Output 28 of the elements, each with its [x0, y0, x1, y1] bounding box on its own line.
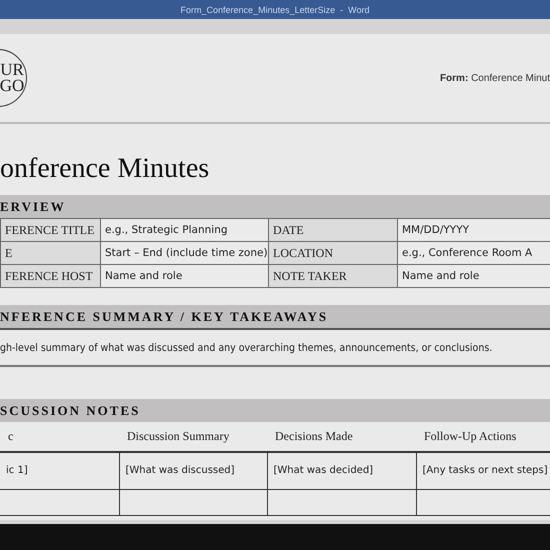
table-cell: ic 1] — [0, 452, 119, 489]
field-label: FERENCE TITLE — [0, 218, 100, 242]
field-value: Name and role — [100, 264, 268, 288]
field-value: Name and role — [398, 264, 550, 288]
section-heading: ERVIEW — [0, 195, 550, 218]
section-heading: NFERENCE SUMMARY / KEY TAKEAWAYS — [0, 305, 550, 328]
column-header: Decisions Made — [267, 422, 416, 452]
table-cell: [What was discussed] — [119, 452, 267, 489]
field-label: DATE — [268, 218, 398, 242]
field-label: E — [0, 242, 100, 264]
column-header: c — [0, 422, 119, 452]
column-header: Follow-Up Actions — [416, 422, 550, 452]
section-heading: SCUSSION NOTES — [0, 399, 550, 422]
field-value: Start – End (include time zone) — [100, 242, 268, 264]
field-value: e.g., Strategic Planning — [100, 218, 268, 242]
column-header: Discussion Summary — [119, 422, 267, 452]
field-label: NOTE TAKER — [268, 264, 398, 288]
field-value: e.g., Conference Room A — [398, 242, 550, 264]
window-title: Form_Conference_Minutes_LetterSize - Word — [180, 4, 370, 14]
field-label: LOCATION — [268, 242, 398, 264]
logo-text: GO — [0, 78, 24, 94]
logo-text: UR — [0, 62, 24, 78]
form-label: Form: Conference Minut — [440, 72, 550, 84]
document-title: onference Minutes — [0, 152, 210, 186]
field-value: MM/DD/YYYY — [398, 218, 550, 242]
table-cell: [What was decided] — [267, 452, 416, 489]
field-label: FERENCE HOST — [0, 264, 100, 288]
summary-text: gh-level summary of what was discussed and any overarching themes, announcements, or conclusions. — [0, 328, 550, 367]
